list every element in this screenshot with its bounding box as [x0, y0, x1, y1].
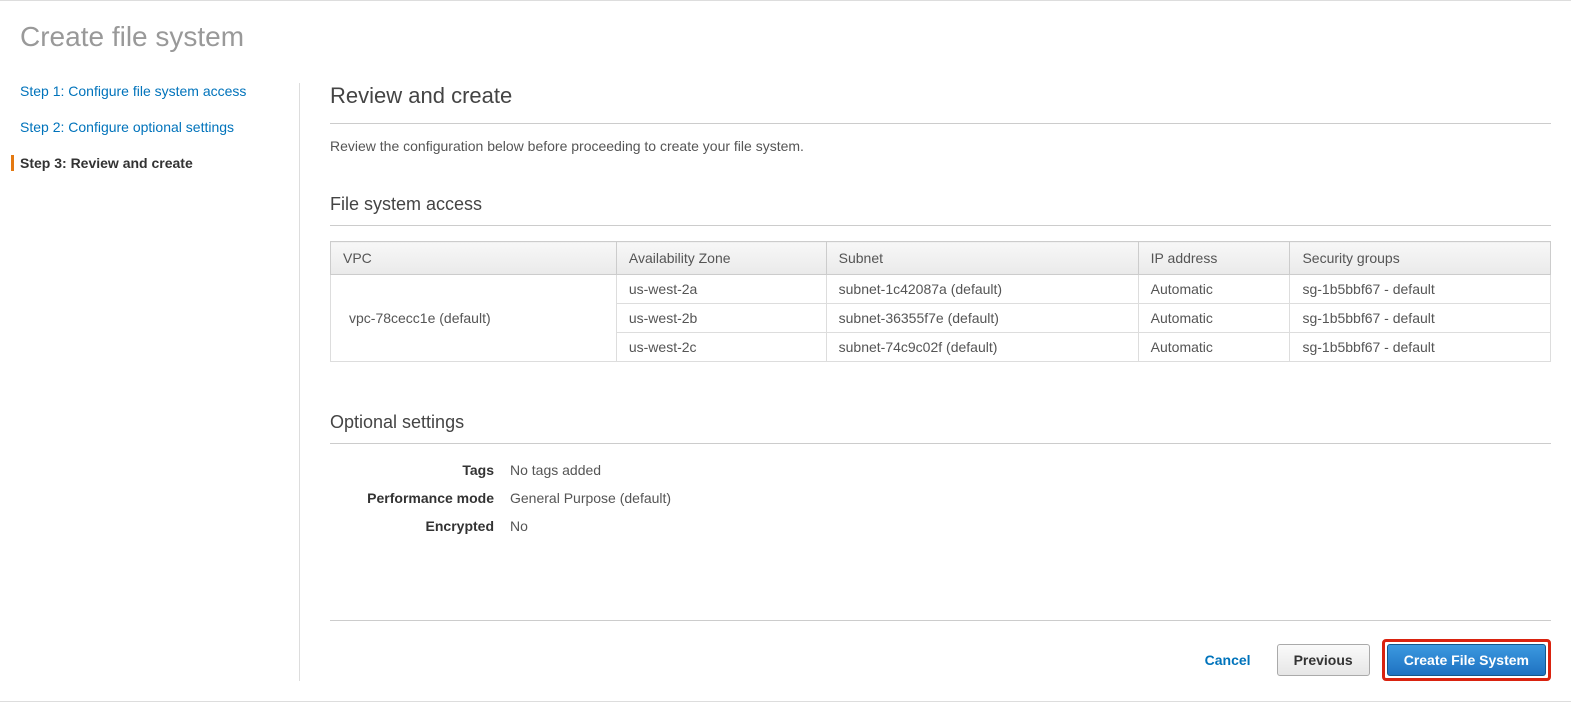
page-title: Create file system — [20, 21, 1551, 53]
ip-cell: Automatic — [1138, 275, 1290, 304]
tags-value: No tags added — [510, 462, 601, 478]
review-subtitle: Review the configuration below before pr… — [330, 138, 1551, 154]
settings-row-encrypted: Encrypted No — [330, 512, 1551, 540]
create-button-highlight: Create File System — [1382, 639, 1551, 681]
file-system-access-title: File system access — [330, 194, 1551, 226]
ip-cell: Automatic — [1138, 333, 1290, 362]
subnet-cell: subnet-74c9c02f (default) — [826, 333, 1138, 362]
step-2-link[interactable]: Step 2: Configure optional settings — [20, 119, 279, 135]
subnet-cell: subnet-36355f7e (default) — [826, 304, 1138, 333]
sg-cell: sg-1b5bbf67 - default — [1290, 333, 1551, 362]
access-table: VPC Availability Zone Subnet IP address … — [330, 241, 1551, 362]
az-cell: us-west-2a — [616, 275, 826, 304]
wizard-footer: Cancel Previous Create File System — [330, 620, 1551, 681]
step-1-link[interactable]: Step 1: Configure file system access — [20, 83, 279, 99]
col-az: Availability Zone — [616, 242, 826, 275]
settings-row-tags: Tags No tags added — [330, 456, 1551, 484]
vpc-cell: vpc-78cecc1e (default) — [331, 275, 617, 362]
main-content: Review and create Review the configurati… — [300, 83, 1551, 681]
sg-cell: sg-1b5bbf67 - default — [1290, 275, 1551, 304]
tags-label: Tags — [330, 462, 510, 478]
az-cell: us-west-2c — [616, 333, 826, 362]
subnet-cell: subnet-1c42087a (default) — [826, 275, 1138, 304]
settings-row-performance: Performance mode General Purpose (defaul… — [330, 484, 1551, 512]
az-cell: us-west-2b — [616, 304, 826, 333]
previous-button[interactable]: Previous — [1277, 644, 1370, 676]
optional-settings-block: Tags No tags added Performance mode Gene… — [330, 456, 1551, 540]
step-3-link[interactable]: Step 3: Review and create — [11, 155, 279, 171]
create-file-system-button[interactable]: Create File System — [1387, 644, 1546, 676]
wizard-steps-sidebar: Step 1: Configure file system access Ste… — [20, 83, 300, 681]
ip-cell: Automatic — [1138, 304, 1290, 333]
col-ip: IP address — [1138, 242, 1290, 275]
sg-cell: sg-1b5bbf67 - default — [1290, 304, 1551, 333]
col-vpc: VPC — [331, 242, 617, 275]
performance-value: General Purpose (default) — [510, 490, 671, 506]
encrypted-value: No — [510, 518, 528, 534]
table-row: vpc-78cecc1e (default) us-west-2a subnet… — [331, 275, 1551, 304]
col-sg: Security groups — [1290, 242, 1551, 275]
col-subnet: Subnet — [826, 242, 1138, 275]
optional-settings-title: Optional settings — [330, 412, 1551, 444]
review-heading: Review and create — [330, 83, 1551, 124]
encrypted-label: Encrypted — [330, 518, 510, 534]
cancel-button[interactable]: Cancel — [1191, 644, 1265, 676]
performance-label: Performance mode — [330, 490, 510, 506]
table-header-row: VPC Availability Zone Subnet IP address … — [331, 242, 1551, 275]
